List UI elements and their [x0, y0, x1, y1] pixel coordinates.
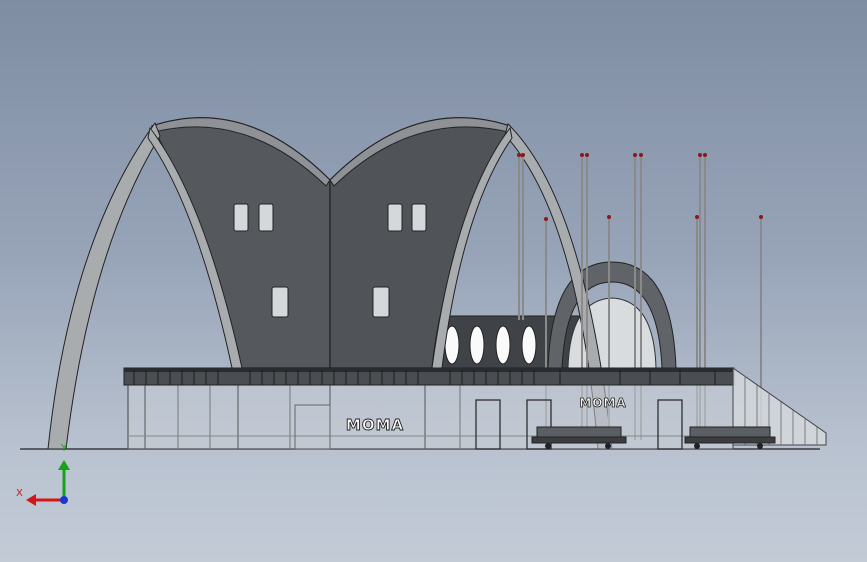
z-axis-dot [60, 496, 68, 504]
roof-window [387, 203, 403, 232]
oval-window [469, 325, 485, 365]
roof-window [271, 286, 289, 318]
oval-window [495, 325, 511, 365]
left-roof-shell [151, 117, 331, 369]
pavilion-model-drawing: MOMA MOMA Y X [16, 117, 827, 506]
ground-floor [127, 384, 734, 450]
x-axis-label: X [16, 488, 23, 499]
roof-window [411, 203, 427, 232]
x-axis-arrow [26, 494, 36, 506]
oval-window [521, 325, 537, 365]
y-axis-arrow [58, 460, 70, 470]
model-viewport[interactable]: MOMA MOMA Y X [0, 0, 867, 562]
roof-window [258, 203, 274, 232]
moma-sign-main: MOMA [346, 416, 404, 434]
roof-window [233, 203, 249, 232]
moma-sign-secondary: MOMA [579, 396, 626, 410]
balcony [123, 367, 735, 386]
roof-window [372, 286, 390, 318]
y-axis-label: Y [60, 443, 68, 454]
coordinate-triad[interactable]: Y X [16, 443, 70, 506]
